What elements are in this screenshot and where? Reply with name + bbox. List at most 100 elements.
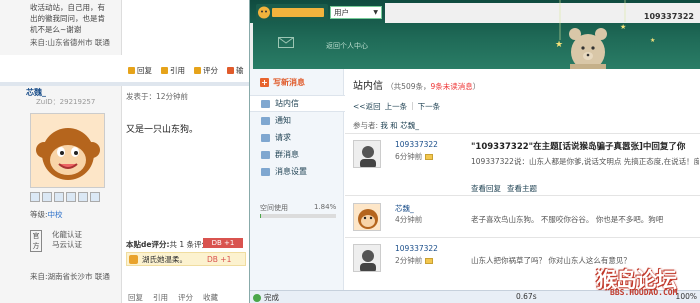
profile-icon[interactable] bbox=[30, 192, 40, 202]
nav-item-inbox[interactable]: 站内信 bbox=[250, 95, 345, 112]
compose-button[interactable]: + 写新消息 bbox=[260, 77, 305, 88]
official-seal: 官方 bbox=[30, 230, 42, 252]
message-sender[interactable]: 芯魏_ bbox=[395, 203, 414, 214]
intro-line: 出的徽我同问，也是肯 bbox=[30, 14, 105, 23]
rate-icon bbox=[194, 66, 201, 74]
participants: 参与者: 我 和 芯魏_ bbox=[353, 121, 419, 130]
watermark-url: BBS.HOUDAO.COM bbox=[610, 288, 678, 297]
divider bbox=[345, 237, 700, 238]
post-actions-bottom: 回复 引用 评分 收藏 bbox=[122, 292, 250, 303]
message-time: 6分钟前 bbox=[395, 151, 434, 162]
svg-text:★: ★ bbox=[620, 23, 626, 31]
message-time: 2分钟前 bbox=[395, 255, 434, 266]
mail-icon bbox=[425, 257, 434, 264]
message-stats: （共509条，9条未读消息） bbox=[386, 82, 481, 91]
back-link[interactable]: <<返回 bbox=[353, 101, 381, 112]
user-search-select[interactable]: 用户 ▼ bbox=[330, 6, 382, 19]
message-nav: 站内信 通知 请求 群消息 消息设置 bbox=[250, 95, 345, 180]
message-links: 查看回复 查看主题 bbox=[471, 183, 537, 194]
intro-from: 来自:山东省德州市 联通 bbox=[30, 38, 110, 47]
view-reply-link[interactable]: 查看回复 bbox=[471, 183, 501, 194]
group-icon bbox=[261, 150, 270, 159]
divider bbox=[345, 195, 700, 196]
message-sender[interactable]: 109337322 bbox=[395, 244, 438, 253]
mail-icon bbox=[425, 153, 434, 160]
message-window: 用户 ▼ 109337322 返回个人中心 ★ ★ ★ + 写新消息 站内信 通… bbox=[249, 0, 700, 303]
divider bbox=[345, 133, 700, 134]
author-toolbar bbox=[30, 192, 100, 202]
space-usage-bar bbox=[260, 214, 336, 218]
inbox-icon bbox=[261, 99, 270, 108]
quote-action[interactable]: 引用 bbox=[153, 292, 168, 303]
request-icon bbox=[261, 133, 270, 142]
envelope-icon bbox=[278, 37, 294, 48]
message-time: 4分钟前 bbox=[395, 215, 423, 224]
view-topic-link[interactable]: 查看主题 bbox=[507, 183, 537, 194]
rating-value: DB +1 bbox=[207, 254, 232, 264]
prev-link[interactable]: 上一条 bbox=[385, 101, 408, 112]
mail-icon[interactable] bbox=[78, 192, 88, 202]
rater-name[interactable]: 湖氏她温柔。 bbox=[142, 254, 187, 265]
reply-action[interactable]: 回复 bbox=[128, 65, 152, 76]
friend-icon[interactable] bbox=[54, 192, 64, 202]
rating-summary: 本贴de评分:共 1 条评分 bbox=[126, 240, 210, 249]
next-link[interactable]: 下一条 bbox=[418, 101, 441, 112]
post-time: 发表于：12分钟前 bbox=[126, 92, 189, 101]
quote-icon bbox=[161, 66, 168, 74]
teddy-bear-illustration-icon: ★ ★ ★ bbox=[555, 0, 655, 69]
author-uid: ZuID：29219257 bbox=[36, 98, 96, 106]
monkey-avatar-icon bbox=[31, 114, 104, 187]
message-icon[interactable] bbox=[42, 192, 52, 202]
truncated-action[interactable]: 输 bbox=[227, 65, 244, 76]
message-body: 109337322说：山东人都是你爹,说话文明点 先搞正态度,在说话！度通 bbox=[471, 157, 699, 166]
post-body: 又是一只山东狗。 bbox=[126, 125, 199, 135]
message-item: 芯魏_ 4分钟前 老子喜欢鸟山东狗。 不服咬你谷谷。 你也是不多吧。狗吧 bbox=[353, 203, 699, 237]
avatar[interactable] bbox=[30, 113, 105, 188]
plus-icon: + bbox=[260, 78, 269, 87]
rate-action[interactable]: 评分 bbox=[194, 65, 218, 76]
reply-icon bbox=[128, 66, 135, 74]
author-from: 来自:湖南省长沙市 联通 bbox=[30, 272, 110, 281]
back-to-profile-link[interactable]: 返回个人中心 bbox=[326, 41, 368, 51]
author-panel: 芯魏_ ZuID：29219257 等级:中校 官方 化龍认证 马云认证 来自:… bbox=[0, 86, 122, 303]
home-icon[interactable] bbox=[66, 192, 76, 202]
page-title: 站内信 （共509条，9条未读消息） bbox=[353, 81, 481, 92]
rating-badge: DB +1 bbox=[203, 238, 243, 248]
message-body: 老子喜欢鸟山东狗。 不服咬你谷谷。 你也是不多吧。狗吧 bbox=[471, 215, 664, 224]
load-speed: 0.67s bbox=[516, 292, 537, 301]
svg-text:★: ★ bbox=[555, 40, 563, 50]
monkey-avatar-icon bbox=[354, 204, 380, 230]
nav-item-settings[interactable]: 消息设置 bbox=[250, 163, 344, 180]
check-icon bbox=[253, 293, 261, 302]
honor-item: 马云认证 bbox=[52, 240, 82, 249]
favorite-action[interactable]: 收藏 bbox=[203, 292, 218, 303]
svg-text:★: ★ bbox=[650, 37, 655, 44]
intro-line: 机不是么~谢谢 bbox=[30, 25, 82, 34]
rater-icon bbox=[129, 254, 138, 264]
person-avatar-icon bbox=[354, 245, 380, 271]
window-banner: 用户 ▼ 109337322 返回个人中心 ★ ★ ★ bbox=[250, 0, 700, 69]
message-item: 109337322 6分钟前 "109337322"在主题[话说猴岛骗子真嚣张]… bbox=[353, 140, 699, 196]
avatar[interactable] bbox=[353, 140, 381, 168]
reply-action[interactable]: 回复 bbox=[128, 292, 143, 303]
nav-item-request[interactable]: 请求 bbox=[250, 129, 344, 146]
nav-item-notice[interactable]: 通知 bbox=[250, 112, 344, 129]
author-honors: 官方 化龍认证 马云认证 bbox=[30, 230, 82, 252]
honor-item: 化龍认证 bbox=[52, 230, 82, 239]
author-level: 等级:中校 bbox=[30, 210, 63, 219]
message-pager: <<返回 上一条 | 下一条 bbox=[353, 101, 441, 112]
notice-icon bbox=[261, 116, 270, 125]
space-usage-percent: 1.84% bbox=[314, 203, 337, 211]
quote-action[interactable]: 引用 bbox=[161, 65, 185, 76]
gear-icon bbox=[261, 167, 270, 176]
message-sender[interactable]: 109337322 bbox=[395, 140, 438, 149]
houdao-logo-icon bbox=[256, 4, 328, 21]
nav-item-group[interactable]: 群消息 bbox=[250, 146, 344, 163]
site-watermark: 猴岛论坛 BBS.HOUDAO.COM bbox=[596, 264, 696, 300]
rate-action[interactable]: 评分 bbox=[178, 292, 193, 303]
message-main: 站内信 （共509条，9条未读消息） <<返回 上一条 | 下一条 参与者: 我… bbox=[345, 69, 700, 290]
qq-icon[interactable] bbox=[90, 192, 100, 202]
avatar[interactable] bbox=[353, 244, 381, 272]
avatar[interactable] bbox=[353, 203, 381, 231]
banner-edge bbox=[250, 23, 253, 69]
